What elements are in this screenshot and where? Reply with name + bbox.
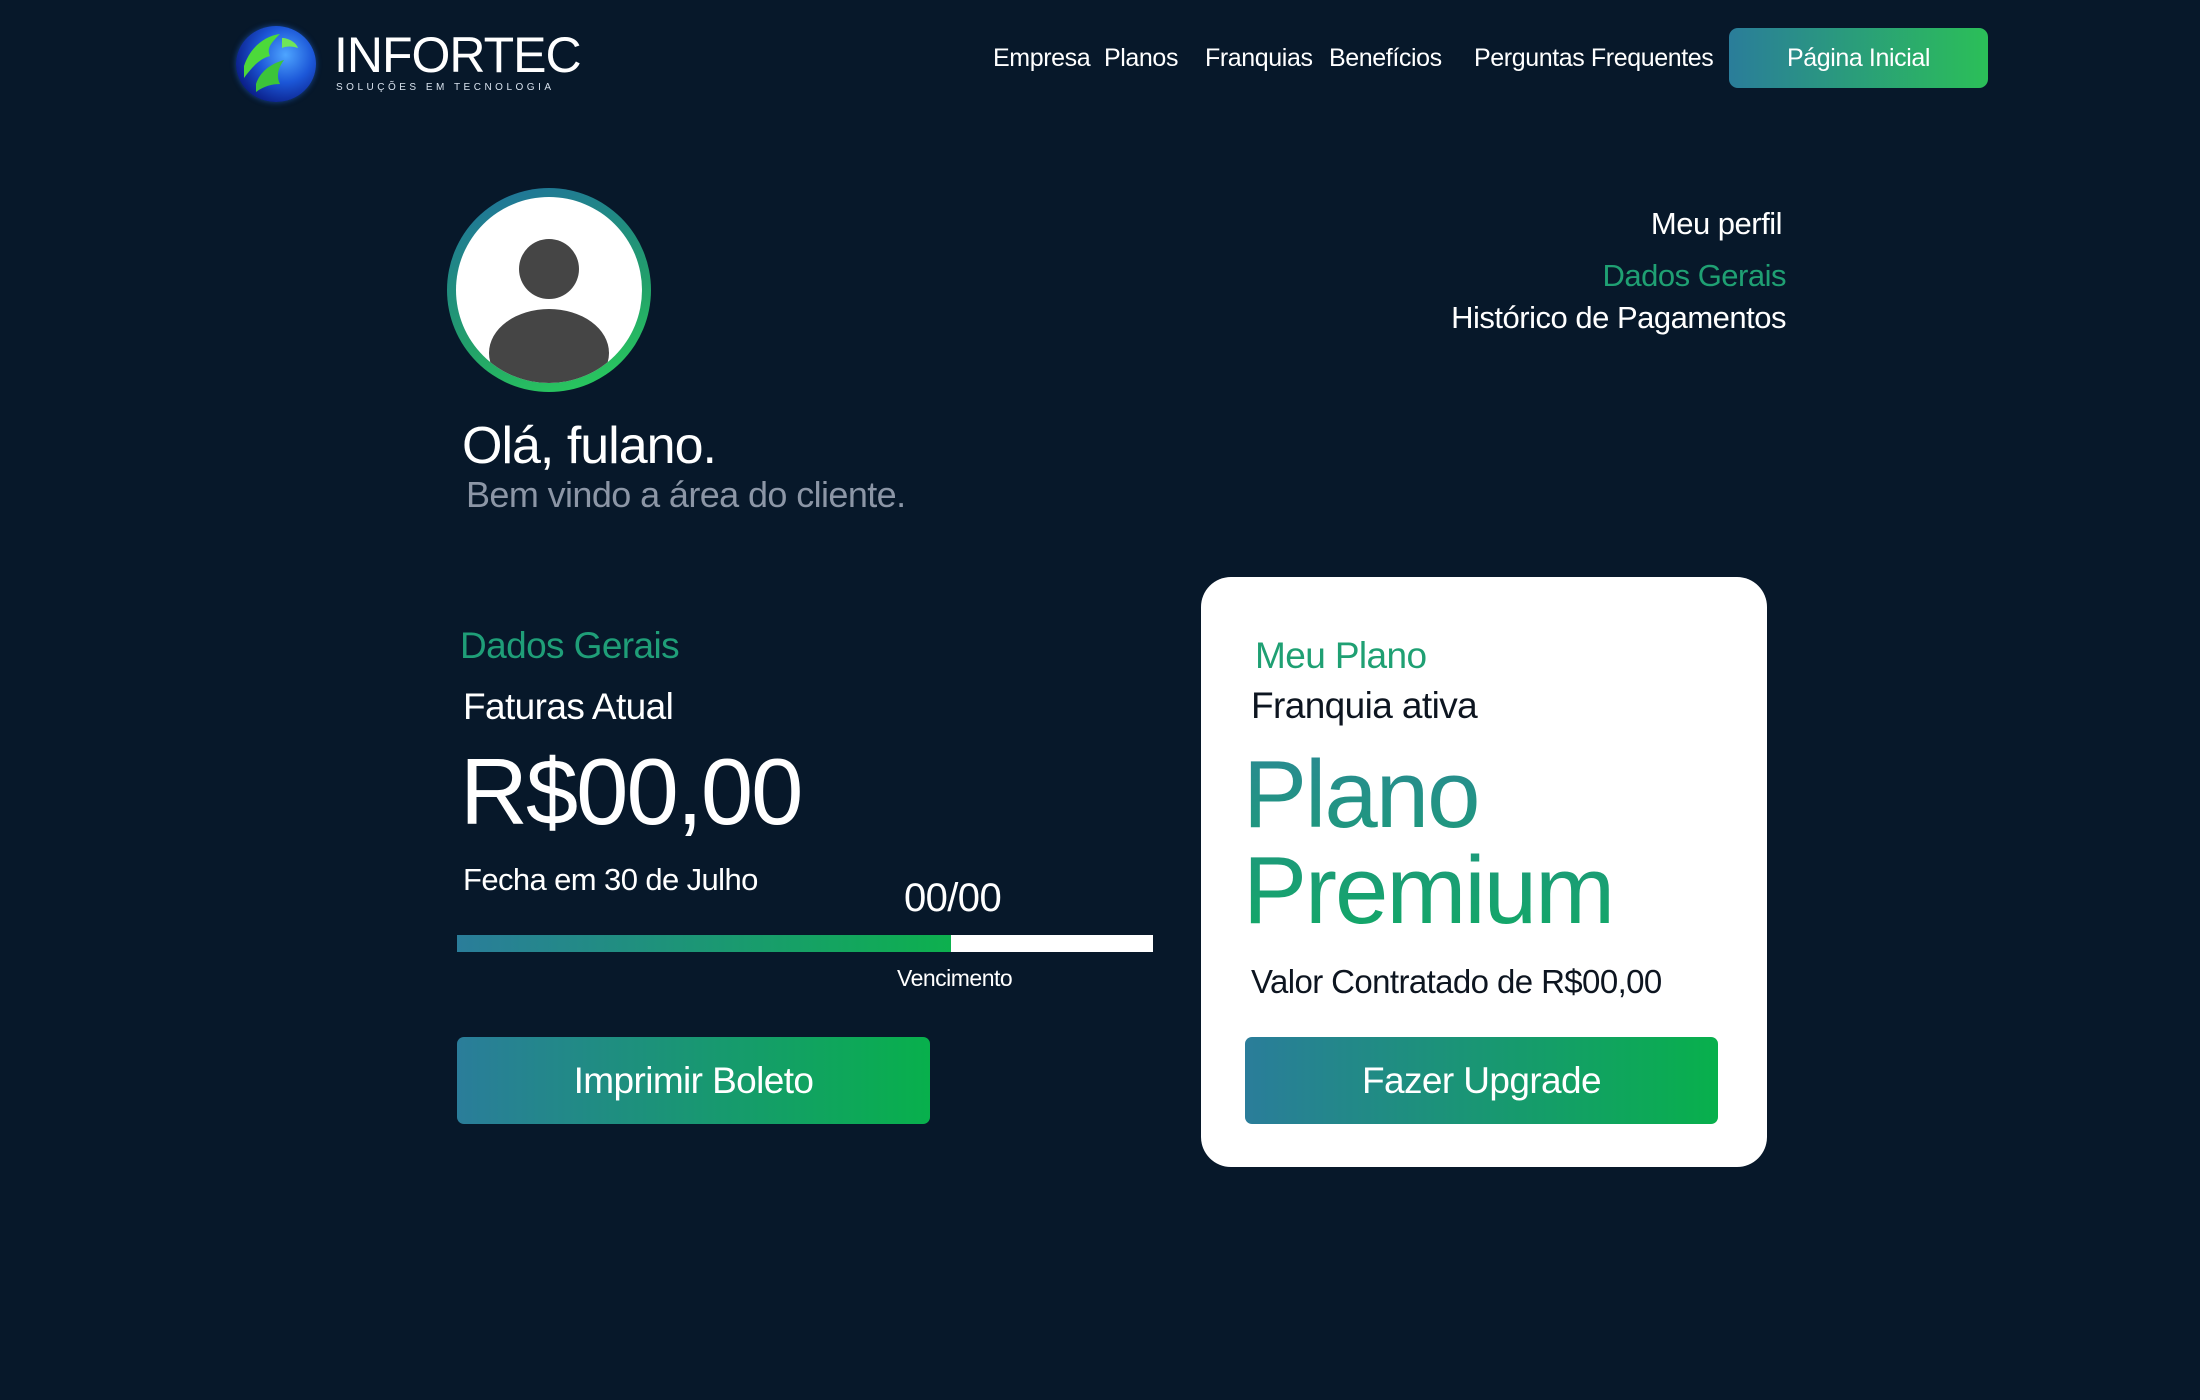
plan-card-title: Meu Plano	[1255, 635, 1427, 676]
nav-link-franquias[interactable]: Franquias	[1205, 44, 1313, 73]
upgrade-button[interactable]: Fazer Upgrade	[1245, 1037, 1718, 1124]
plan-name: Plano Premium	[1243, 747, 1613, 939]
profile-menu-title: Meu perfil	[1650, 206, 1783, 241]
plan-card-subtitle: Franquia ativa	[1251, 685, 1478, 726]
closing-date: Fecha em 30 de Julho	[463, 862, 758, 897]
avatar[interactable]	[447, 188, 651, 392]
profile-menu-dados-gerais[interactable]: Dados Gerais	[1602, 258, 1786, 294]
due-label: Vencimento	[897, 965, 1013, 991]
home-button[interactable]: Página Inicial	[1729, 28, 1988, 88]
brand-logo[interactable]: INFORTEC SOLUÇÕES EM TECNOLOGIA	[236, 22, 582, 102]
print-boleto-button[interactable]: Imprimir Boleto	[457, 1037, 930, 1124]
brand-name: INFORTEC	[334, 27, 582, 83]
dados-gerais-title: Dados Gerais	[460, 625, 680, 666]
due-progress-bar	[457, 935, 1153, 952]
welcome-text: Bem vindo a área do cliente.	[466, 474, 906, 515]
plan-card: Meu Plano Franquia ativa Plano Premium V…	[1201, 577, 1767, 1167]
nav-link-empresa[interactable]: Empresa	[993, 44, 1091, 73]
faturas-label: Faturas Atual	[463, 686, 674, 727]
invoice-amount: R$00,00	[460, 739, 803, 844]
invoice-count: 00/00	[904, 876, 1002, 920]
greeting: Olá, fulano.	[462, 417, 717, 475]
nav-link-faq[interactable]: Perguntas Frequentes	[1474, 44, 1714, 73]
due-progress-fill	[457, 935, 952, 952]
globe-icon	[236, 26, 316, 102]
nav-link-planos[interactable]: Planos	[1104, 44, 1178, 73]
plan-name-line2: Premium	[1243, 837, 1614, 944]
plan-name-line1: Plano	[1243, 741, 1479, 848]
contracted-value: Valor Contratado de R$00,00	[1251, 963, 1662, 1000]
brand-tagline: SOLUÇÕES EM TECNOLOGIA	[336, 82, 555, 93]
user-avatar-icon	[456, 197, 642, 383]
profile-menu-historico[interactable]: Histórico de Pagamentos	[1451, 300, 1786, 336]
nav-link-beneficios[interactable]: Benefícios	[1329, 44, 1442, 73]
